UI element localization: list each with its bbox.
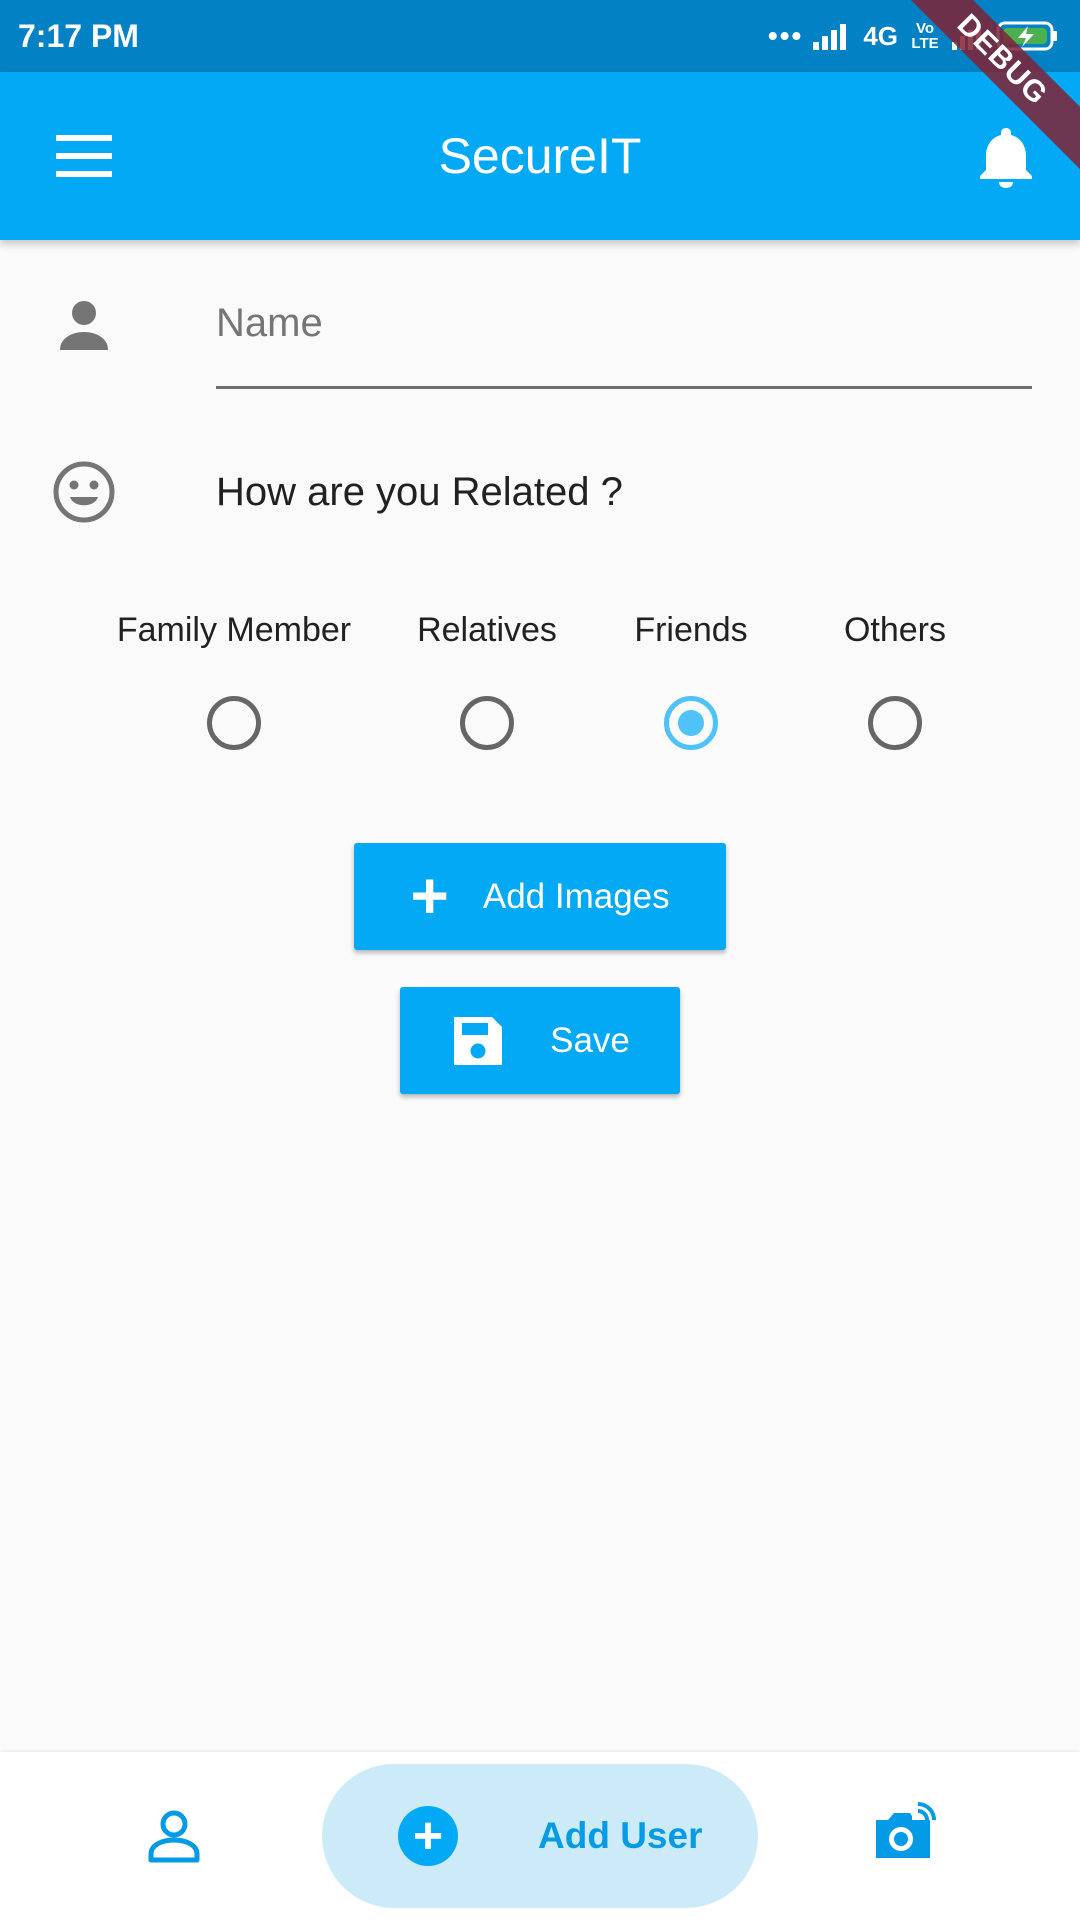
status-time: 7:17 PM (18, 18, 139, 54)
radio-option-others[interactable]: Others (755, 600, 1035, 760)
network-type: 4G (863, 20, 898, 51)
signal-icon (813, 24, 847, 50)
app-title: SecureIT (438, 128, 642, 184)
save-button[interactable]: Save (400, 987, 680, 1094)
hamburger-menu-icon[interactable] (56, 135, 112, 177)
radio-selected-dot (678, 710, 704, 736)
bottom-navigation: + Add User (0, 1752, 1080, 1920)
bell-icon[interactable] (976, 124, 1036, 188)
name-input[interactable] (216, 280, 1032, 366)
status-bar: 7:17 PM ••• 4G Vo LTE (0, 0, 1080, 72)
add-user-label: Add User (538, 1815, 703, 1856)
add-images-button[interactable]: + Add Images (354, 843, 726, 950)
radio-button-unselected[interactable] (460, 696, 514, 750)
person-icon (56, 298, 112, 354)
user-icon[interactable] (146, 1808, 202, 1864)
radio-button-unselected[interactable] (868, 696, 922, 750)
add-user-nav-item[interactable]: + Add User (322, 1764, 758, 1908)
radio-option-family-member[interactable]: Family Member (94, 600, 374, 760)
radio-label: Others (843, 611, 947, 649)
radio-button-selected[interactable] (664, 696, 718, 750)
camera-icon[interactable] (872, 1800, 936, 1864)
smiley-icon (52, 460, 116, 524)
name-field[interactable] (216, 280, 1032, 389)
relation-question: How are you Related ? (216, 470, 623, 514)
add-images-label: Add Images (482, 876, 670, 916)
radio-label: Family Member (116, 611, 352, 649)
app-bar: SecureIT (0, 72, 1080, 240)
radio-button-unselected[interactable] (207, 696, 261, 750)
status-dots: ••• (767, 20, 804, 51)
add-circle-icon: + (398, 1806, 458, 1866)
plus-icon: + (410, 857, 449, 932)
floppy-disk-icon (450, 1013, 506, 1069)
relation-radio-group: Family Member Relatives Friends Others (0, 600, 1080, 760)
save-label: Save (550, 1020, 630, 1060)
